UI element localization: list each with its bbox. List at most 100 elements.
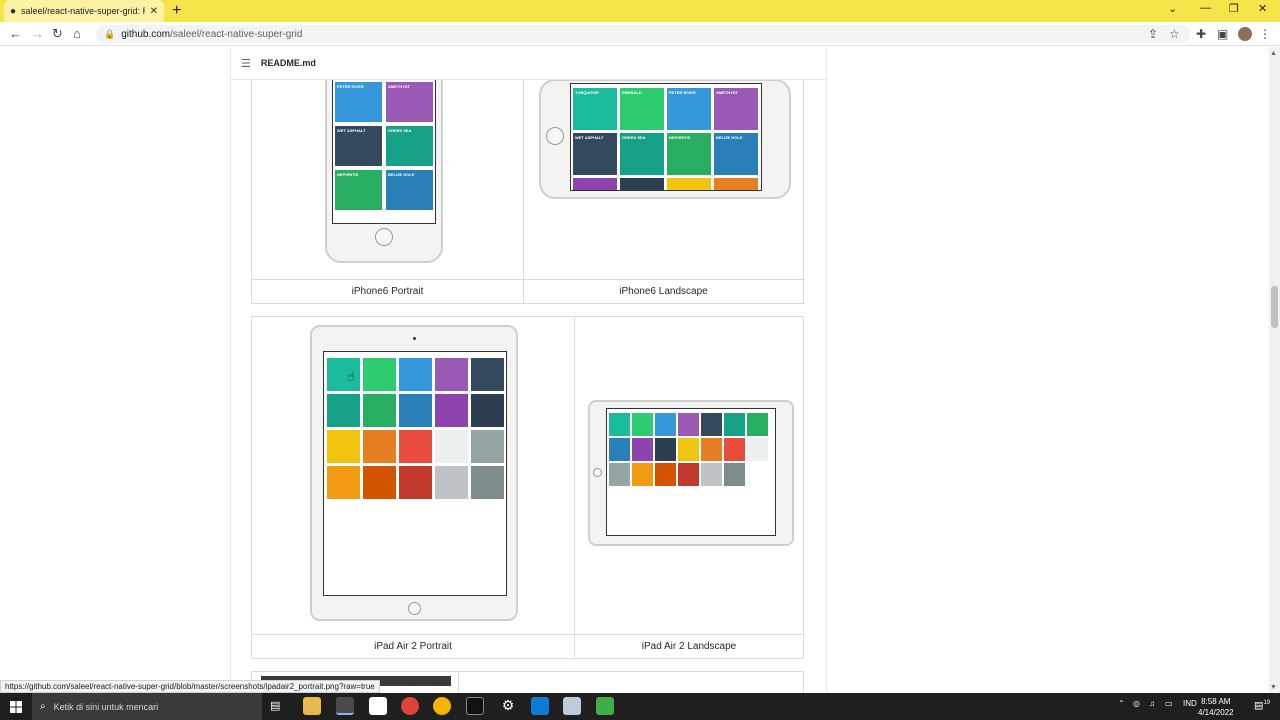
new-tab-button[interactable]: + [172, 2, 181, 20]
color-tile [655, 463, 676, 486]
nodejs-icon[interactable] [596, 697, 614, 715]
home-button [408, 602, 421, 615]
windows-logo-icon [10, 700, 22, 713]
chrome-active-icon[interactable] [336, 697, 354, 715]
battery-icon[interactable]: ▭ [1165, 699, 1173, 708]
app-window-icon[interactable] [563, 697, 581, 715]
close-window-icon[interactable]: ✕ [1258, 2, 1267, 15]
color-tile [363, 466, 396, 499]
color-tile [399, 358, 432, 391]
color-tile [435, 466, 468, 499]
forward-icon[interactable]: → [31, 26, 44, 42]
search-icon: ⌕ [40, 701, 46, 712]
readme-title[interactable]: README.md [261, 58, 316, 68]
color-tile [399, 394, 432, 427]
iphone6-landscape-cell: TURQUOISE EMERALD PETER RIVER AMETHYST WET A… [523, 47, 804, 304]
color-tile [609, 438, 630, 461]
color-tile: GREEN SEA [386, 126, 433, 166]
caption-iphone6-landscape: iPhone6 Landscape [619, 286, 708, 297]
taskbar-search[interactable]: ⌕ Ketik di sini untuk mencari [32, 693, 262, 720]
notification-icon[interactable]: ▤19 [1254, 700, 1270, 711]
color-tile [471, 394, 504, 427]
iphone-landscape-frame: TURQUOISE EMERALD PETER RIVER AMETHYST WET A… [539, 79, 791, 199]
scroll-up-icon[interactable]: ▲ [1270, 50, 1277, 57]
color-tile: GREEN SEA [620, 133, 664, 175]
profile-avatar[interactable] [1238, 27, 1252, 41]
scroll-down-icon[interactable]: ▼ [1270, 684, 1277, 691]
start-button[interactable] [0, 693, 32, 720]
color-tile: BELIZE HOLE [386, 170, 433, 210]
ipad-air2-landscape-cell[interactable] [574, 316, 804, 659]
color-tile [435, 358, 468, 391]
color-tile: WET ASPHALT [335, 126, 382, 166]
home-icon[interactable]: ⌂ [73, 26, 81, 42]
color-tile [701, 438, 722, 461]
ipad-air2-portrait-cell[interactable]: ☝ [251, 316, 575, 659]
color-tile [435, 394, 468, 427]
windows-taskbar: ⌕ Ketik di sini untuk mencari ▤ ⚙ ⌃ ◎ ♫ … [0, 693, 1280, 720]
notion-icon[interactable] [369, 697, 387, 715]
settings-gear-icon[interactable]: ⚙ [499, 697, 517, 715]
chrome-canary-icon[interactable] [433, 697, 451, 715]
color-tile: WET ASPHALT [573, 133, 617, 175]
browser-tab[interactable]: ● saleel/react-native-super-grid: Re ✕ [4, 0, 164, 22]
color-tile [620, 178, 664, 190]
home-button [546, 127, 564, 145]
next-screenshot-cell [458, 671, 804, 693]
color-tile: AMETHYST [714, 88, 758, 130]
color-tile [609, 413, 630, 436]
color-tile [363, 430, 396, 463]
share-icon[interactable]: ⇪ [1148, 27, 1158, 41]
page-content: ☰ README.md TURQUOISEEMERALDPETER RIVERA… [0, 47, 1280, 693]
color-tile [573, 178, 617, 190]
color-tile [632, 463, 653, 486]
network-icon[interactable]: ◎ [1133, 699, 1140, 708]
scrollbar-thumb[interactable] [1271, 286, 1278, 328]
color-tile [655, 438, 676, 461]
clock-date: 4/14/2022 [1198, 708, 1234, 717]
terminal-icon[interactable] [466, 697, 484, 715]
vscode-icon[interactable] [531, 697, 549, 715]
color-tile [363, 394, 396, 427]
color-tile [471, 466, 504, 499]
ipad-landscape-frame [588, 400, 794, 546]
chrome-icon[interactable] [401, 697, 419, 715]
clock[interactable]: 8:58 AM 4/14/2022 [1198, 696, 1234, 718]
url-path: /saleel/react-native-super-grid [170, 28, 303, 40]
volume-icon[interactable]: ♫ [1149, 699, 1155, 708]
color-tile [667, 178, 711, 190]
iphone-landscape-screen: TURQUOISE EMERALD PETER RIVER AMETHYST WET A… [570, 83, 762, 191]
caption-ipad-air2-landscape: iPad Air 2 Landscape [641, 641, 737, 652]
color-tile [701, 463, 722, 486]
color-tile [724, 438, 745, 461]
page-scrollbar[interactable] [1269, 47, 1280, 693]
address-bar[interactable]: 🔒 github.com/saleel/react-native-super-g… [96, 25, 1190, 43]
color-tile [471, 430, 504, 463]
bookmark-star-icon[interactable]: ☆ [1169, 27, 1180, 41]
language-indicator[interactable]: IND [1183, 699, 1197, 708]
reload-icon[interactable]: ↻ [52, 26, 63, 42]
tab-bar: ● saleel/react-native-super-grid: Re ✕ +… [0, 0, 1280, 22]
github-icon: ● [10, 5, 17, 17]
back-icon[interactable]: ← [9, 26, 22, 42]
tab-close-icon[interactable]: ✕ [150, 6, 158, 17]
file-explorer-icon[interactable] [303, 697, 321, 715]
extensions-icon[interactable]: ✚ [1196, 27, 1206, 41]
minimize-icon[interactable]: — [1200, 2, 1211, 14]
color-tile [724, 413, 745, 436]
color-tile [327, 466, 360, 499]
color-tile [747, 413, 768, 436]
side-panel-icon[interactable]: ▣ [1217, 27, 1228, 41]
tab-title: saleel/react-native-super-grid: Re [21, 6, 145, 16]
list-icon[interactable]: ☰ [241, 57, 251, 70]
task-view-icon[interactable]: ▤ [270, 699, 280, 712]
tray-chevron-icon[interactable]: ⌃ [1118, 699, 1125, 708]
menu-icon[interactable]: ⋮ [1259, 27, 1271, 41]
color-tile [632, 438, 653, 461]
color-tile: AMETHYST [386, 82, 433, 122]
restore-icon[interactable]: ❐ [1229, 2, 1239, 15]
home-button [593, 468, 602, 477]
color-tile: BELIZE HOLE [714, 133, 758, 175]
tab-search-icon[interactable]: ⌄ [1168, 2, 1177, 15]
color-tile [632, 413, 653, 436]
